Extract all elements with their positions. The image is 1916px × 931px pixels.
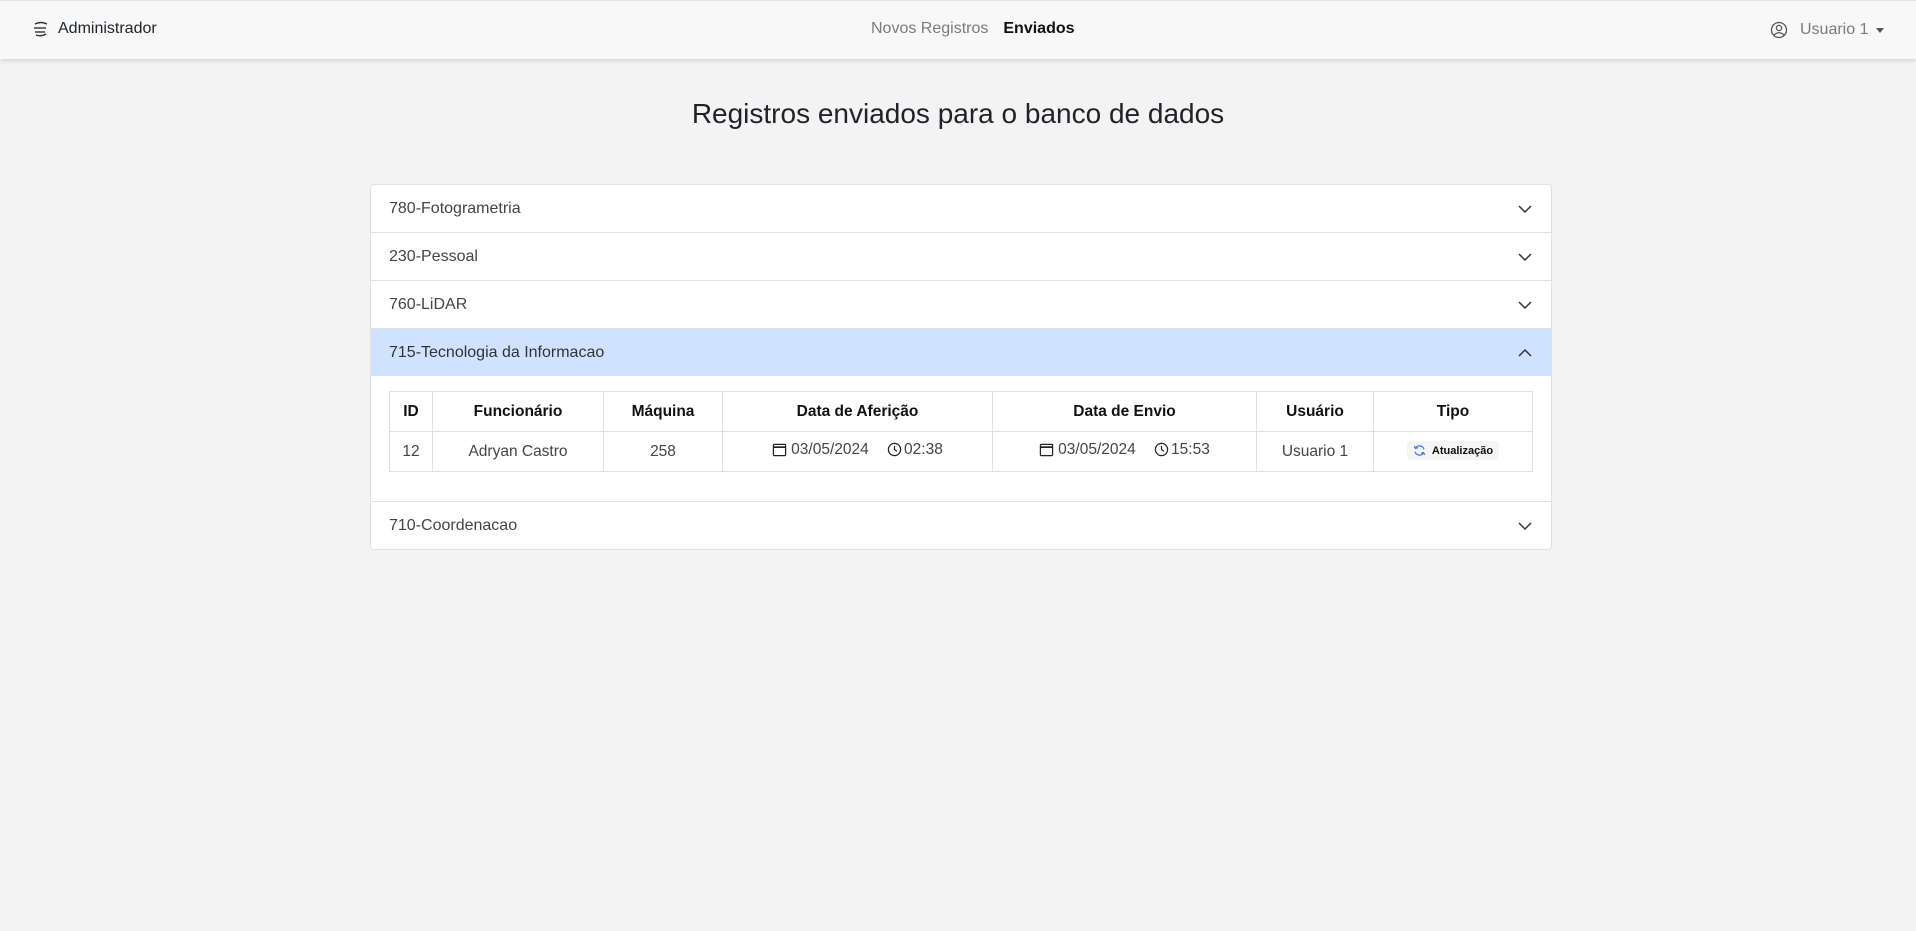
afericao-time-value: 02:38 (904, 440, 943, 458)
envio-date: 03/05/2024 (1039, 441, 1136, 459)
cell-data-afericao: 03/05/2024 02:38 (722, 431, 993, 472)
chevron-down-icon (1518, 252, 1532, 261)
menu-lines-icon (34, 21, 48, 37)
header-funcionario: Funcionário (432, 391, 604, 432)
accordion-header-710[interactable]: 710-Coordenacao (371, 502, 1551, 549)
envio-time-value: 15:53 (1171, 440, 1210, 458)
accordion-item: 780-Fotogrametria (371, 185, 1551, 233)
accordion-label: 780-Fotogrametria (389, 199, 521, 217)
user-circle-icon (1770, 21, 1788, 39)
caret-down-icon (1876, 27, 1885, 33)
accordion-label: 230-Pessoal (389, 247, 478, 265)
user-name: Usuario 1 (1800, 21, 1869, 38)
chevron-down-icon (1518, 300, 1532, 309)
clock-icon (887, 443, 902, 457)
header-usuario: Usuário (1256, 391, 1374, 432)
header-tipo: Tipo (1373, 391, 1533, 432)
afericao-date: 03/05/2024 (772, 441, 869, 459)
accordion-header-230[interactable]: 230-Pessoal (371, 233, 1551, 280)
header-data-afericao: Data de Aferição (722, 391, 993, 432)
accordion-body-715: ID Funcionário Máquina Data de Aferição … (371, 376, 1551, 501)
header-maquina: Máquina (603, 391, 723, 432)
accordion-label: 760-LiDAR (389, 295, 468, 313)
accordion-header-715[interactable]: 715-Tecnologia da Informacao (371, 329, 1551, 376)
cell-id: 12 (389, 431, 433, 472)
refresh-icon (1413, 445, 1426, 456)
accordion-item: 760-LiDAR (371, 281, 1551, 329)
chevron-up-icon (1518, 348, 1532, 357)
accordion-item: 710-Coordenacao (371, 502, 1551, 549)
nav-link-enviados[interactable]: Enviados (1003, 20, 1074, 38)
user-dropdown[interactable]: Usuario 1 (1770, 21, 1885, 39)
accordion-item: 715-Tecnologia da Informacao ID Funcioná… (371, 329, 1551, 502)
afericao-time: 02:38 (887, 441, 943, 459)
accordion-label: 710-Coordenacao (389, 516, 518, 534)
records-table: ID Funcionário Máquina Data de Aferição … (389, 391, 1533, 472)
cell-usuario: Usuario 1 (1256, 431, 1374, 472)
nav-link-novos-registros[interactable]: Novos Registros (871, 20, 988, 38)
table-row: 12 Adryan Castro 258 03/05/2024 02:38 03… (389, 431, 1533, 472)
top-navbar: Administrador Novos Registros Enviados U… (0, 0, 1916, 59)
brand-link[interactable]: Administrador (32, 20, 157, 38)
page-title: Registros enviados para o banco de dados (691, 98, 1225, 129)
envio-time: 15:53 (1154, 441, 1210, 459)
accordion: 780-Fotogrametria 230-Pessoal 760-LiDAR … (370, 184, 1552, 550)
cell-funcionario: Adryan Castro (432, 431, 604, 472)
afericao-date-value: 03/05/2024 (791, 440, 869, 458)
chevron-down-icon (1518, 521, 1532, 530)
accordion-header-780[interactable]: 780-Fotogrametria (371, 185, 1551, 232)
table-header-row: ID Funcionário Máquina Data de Aferição … (389, 391, 1533, 432)
calendar-icon (1039, 443, 1054, 457)
tipo-label: Atualização (1431, 444, 1494, 457)
cell-data-envio: 03/05/2024 15:53 (992, 431, 1257, 472)
calendar-icon (772, 443, 787, 457)
accordion-header-760[interactable]: 760-LiDAR (371, 281, 1551, 328)
header-data-envio: Data de Envio (992, 391, 1257, 432)
envio-date-value: 03/05/2024 (1058, 440, 1136, 458)
clock-icon (1154, 443, 1169, 457)
accordion-item: 230-Pessoal (371, 233, 1551, 281)
tipo-badge: Atualização (1406, 441, 1500, 460)
cell-maquina: 258 (603, 431, 723, 472)
accordion-label: 715-Tecnologia da Informacao (389, 343, 605, 361)
chevron-down-icon (1518, 204, 1532, 213)
brand-label: Administrador (58, 20, 157, 37)
nav-links: Novos Registros Enviados (871, 20, 1075, 38)
cell-tipo: Atualização (1373, 431, 1533, 472)
header-id: ID (389, 391, 433, 432)
